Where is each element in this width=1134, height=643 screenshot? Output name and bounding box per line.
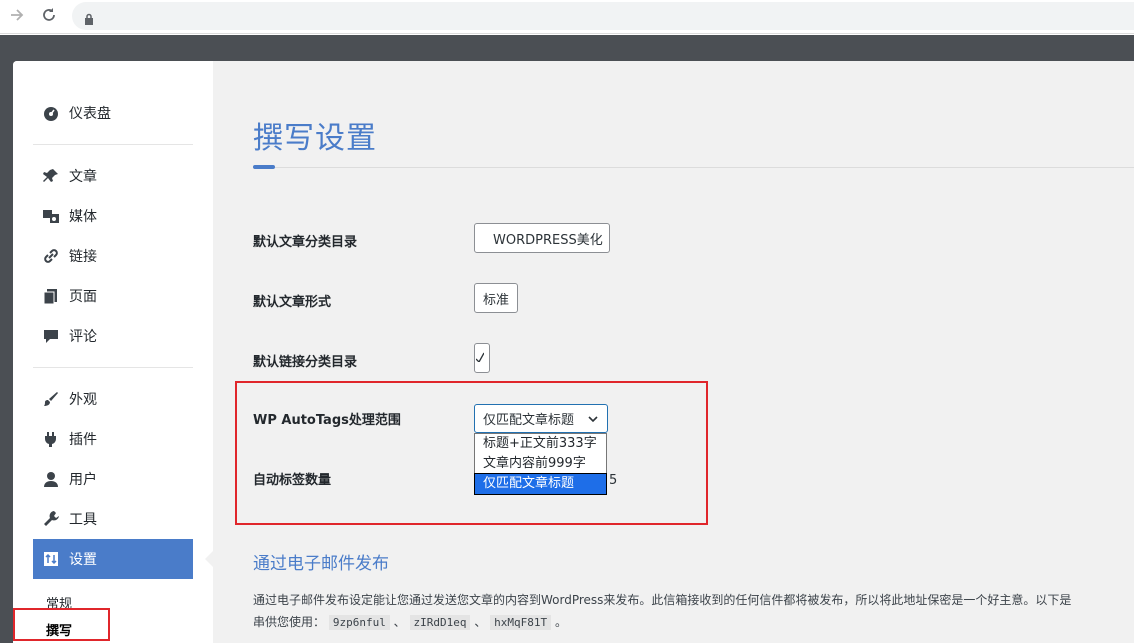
sidebar-item-label: 仪表盘: [69, 106, 111, 122]
wrench-icon: [41, 509, 61, 529]
random-code: zIRdD1eq: [409, 615, 471, 630]
title-accent-bar: [253, 165, 275, 169]
settings-icon: [41, 549, 61, 569]
description-line: 通过电子邮件发布设定能让您通过发送您文章的内容到WordPress来发布。此信箱…: [253, 593, 1072, 607]
sidebar-item-posts[interactable]: 文章: [41, 164, 97, 188]
main-content: 撰写设置 默认文章分类目录 WORDPRESS美化 默认文章形式 标准 默认链接…: [213, 61, 1134, 643]
sidebar-item-media[interactable]: 媒体: [41, 204, 97, 228]
sidebar-item-label: 外观: [69, 392, 97, 408]
page-title: 撰写设置: [253, 121, 377, 156]
plugin-icon: [41, 429, 61, 449]
comment-icon: [41, 326, 61, 346]
dashboard-icon: [41, 103, 61, 123]
description-line-codes: 串供您使用： 9zp6nful 、 zIRdD1eq 、 hxMqF81T 。: [253, 611, 1134, 634]
pages-icon: [41, 286, 61, 306]
random-code: 9zp6nful: [328, 615, 390, 630]
chevron-down-icon: [475, 351, 485, 366]
admin-panel: 仪表盘 文章 媒体 链接 页面 评论 外观 插件 用户 工具 设置 常规 撰写 …: [13, 61, 1134, 643]
sidebar-item-label: 插件: [69, 432, 97, 448]
sidebar-item-label: 页面: [69, 289, 97, 305]
sidebar-item-label: 文章: [69, 169, 97, 185]
active-menu-pointer: [205, 551, 213, 567]
link-icon: [41, 246, 61, 266]
setting-label-default-format: 默认文章形式: [253, 295, 332, 310]
codes-end: 。: [554, 615, 567, 629]
setting-label-default-category: 默认文章分类目录: [253, 235, 358, 250]
default-category-select[interactable]: WORDPRESS美化: [474, 223, 610, 253]
default-link-category-select[interactable]: [474, 343, 490, 373]
title-divider: [253, 167, 1134, 168]
email-section-description: 通过电子邮件发布设定能让您通过发送您文章的内容到WordPress来发布。此信箱…: [253, 589, 1134, 634]
sidebar-item-label: 工具: [69, 512, 97, 528]
sidebar-item-plugins[interactable]: 插件: [41, 427, 97, 451]
random-code: hxMqF81T: [490, 615, 552, 630]
arrow-right-icon[interactable]: [6, 6, 28, 28]
browser-toolbar: [0, 0, 1134, 34]
select-value: WORDPRESS美化: [493, 232, 603, 248]
sidebar-item-links[interactable]: 链接: [41, 244, 97, 268]
sidebar-item-label: 设置: [69, 552, 97, 568]
sidebar-item-label: 媒体: [69, 209, 97, 225]
default-format-select[interactable]: 标准: [474, 283, 518, 313]
sidebar-item-dashboard[interactable]: 仪表盘: [41, 101, 111, 125]
code-separator: 、: [474, 615, 487, 629]
user-icon: [41, 469, 61, 489]
email-section-title: 通过电子邮件发布: [253, 554, 389, 574]
admin-sidebar: 仪表盘 文章 媒体 链接 页面 评论 外观 插件 用户 工具 设置 常规 撰写: [13, 61, 213, 643]
sidebar-item-settings[interactable]: 设置: [33, 539, 193, 579]
pin-icon: [41, 166, 61, 186]
brush-icon: [41, 389, 61, 409]
sidebar-item-label: 链接: [69, 249, 97, 265]
sidebar-item-comments[interactable]: 评论: [41, 324, 97, 348]
menu-separator: [33, 144, 193, 145]
select-value: 标准: [483, 292, 510, 308]
media-icon: [41, 206, 61, 226]
highlight-box-autotags: [235, 381, 708, 525]
sidebar-item-label: 评论: [69, 329, 97, 345]
reload-icon[interactable]: [38, 6, 60, 28]
code-separator: 、: [393, 615, 406, 629]
address-bar[interactable]: [72, 2, 1134, 30]
sidebar-item-label: 用户: [69, 472, 97, 488]
sidebar-item-users[interactable]: 用户: [41, 467, 97, 491]
sidebar-item-appearance[interactable]: 外观: [41, 387, 97, 411]
menu-separator: [33, 367, 193, 368]
highlight-box-writing: [13, 608, 110, 641]
lock-icon: [84, 10, 94, 25]
codes-prefix: 串供您使用：: [253, 615, 326, 629]
sidebar-item-tools[interactable]: 工具: [41, 507, 97, 531]
setting-label-default-link-category: 默认链接分类目录: [253, 355, 358, 370]
sidebar-item-pages[interactable]: 页面: [41, 284, 97, 308]
